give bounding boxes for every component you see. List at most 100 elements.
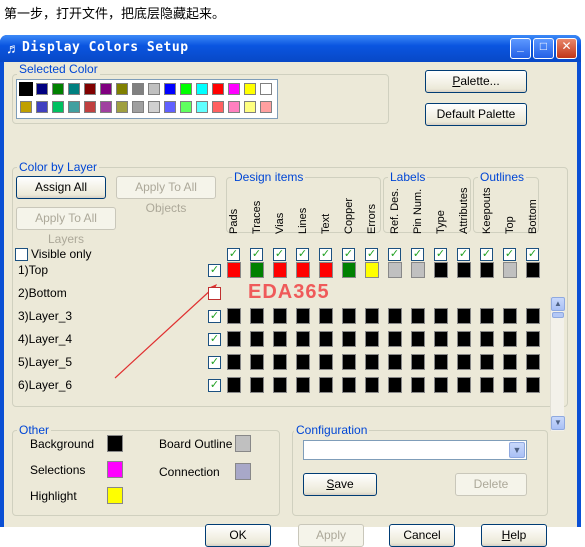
layer-color-cell[interactable] [273, 354, 287, 370]
scroll-up-icon[interactable]: ▲ [551, 297, 565, 311]
layer-color-cell[interactable] [480, 262, 494, 278]
palette-swatch[interactable] [148, 101, 160, 113]
layer-color-cell[interactable] [480, 354, 494, 370]
default-palette-button[interactable]: Default Palette [425, 103, 527, 126]
palette-swatch[interactable] [84, 83, 96, 95]
layer-color-cell[interactable] [411, 354, 425, 370]
palette-swatch[interactable] [36, 101, 48, 113]
highlight-color-box[interactable] [107, 487, 123, 504]
layer-color-cell[interactable] [227, 331, 241, 347]
layer-color-cell[interactable] [388, 262, 402, 278]
layer-visible-checkbox[interactable]: ✓ [208, 310, 221, 323]
palette-swatch[interactable] [100, 83, 112, 95]
palette-swatch[interactable] [20, 101, 32, 113]
palette-swatch[interactable] [116, 83, 128, 95]
palette-swatch[interactable] [212, 101, 224, 113]
layer-color-cell[interactable] [319, 377, 333, 393]
column-visibility-checkbox[interactable]: ✓ [227, 248, 240, 261]
board-outline-color-box[interactable] [235, 435, 251, 452]
layer-color-cell[interactable] [365, 308, 379, 324]
layer-color-cell[interactable] [388, 308, 402, 324]
layer-color-cell[interactable] [457, 331, 471, 347]
column-visibility-checkbox[interactable]: ✓ [296, 248, 309, 261]
layer-color-cell[interactable] [434, 308, 448, 324]
configuration-select[interactable]: ▼ [303, 440, 527, 460]
layer-color-cell[interactable] [526, 262, 540, 278]
layer-color-cell[interactable] [250, 354, 264, 370]
column-visibility-checkbox[interactable]: ✓ [273, 248, 286, 261]
layer-color-cell[interactable] [503, 354, 517, 370]
layer-color-cell[interactable] [273, 331, 287, 347]
column-visibility-checkbox[interactable]: ✓ [526, 248, 539, 261]
layer-color-cell[interactable] [227, 377, 241, 393]
palette-swatch[interactable] [164, 83, 176, 95]
palette-swatch[interactable] [116, 101, 128, 113]
layer-color-cell[interactable] [434, 331, 448, 347]
delete-button[interactable]: Delete [455, 473, 527, 496]
layer-color-cell[interactable] [342, 262, 356, 278]
palette-swatch[interactable] [180, 83, 192, 95]
layer-color-cell[interactable] [342, 377, 356, 393]
maximize-icon[interactable]: □ [533, 38, 554, 59]
layer-color-cell[interactable] [319, 354, 333, 370]
palette-swatch[interactable] [68, 101, 80, 113]
save-button[interactable]: Save [303, 473, 377, 496]
palette-swatch[interactable] [52, 101, 64, 113]
layer-color-cell[interactable] [480, 308, 494, 324]
palette-swatch[interactable] [68, 83, 80, 95]
help-button[interactable]: Help [481, 524, 547, 547]
layer-color-cell[interactable] [365, 331, 379, 347]
layer-color-cell[interactable] [250, 331, 264, 347]
layer-color-cell[interactable] [434, 262, 448, 278]
layer-color-cell[interactable] [227, 354, 241, 370]
column-visibility-checkbox[interactable]: ✓ [250, 248, 263, 261]
column-visibility-checkbox[interactable]: ✓ [411, 248, 424, 261]
palette-swatch[interactable] [52, 83, 64, 95]
apply-button[interactable]: Apply [298, 524, 364, 547]
layer-color-cell[interactable] [250, 377, 264, 393]
layer-color-cell[interactable] [526, 377, 540, 393]
layer-color-cell[interactable] [503, 331, 517, 347]
layer-color-cell[interactable] [250, 308, 264, 324]
column-visibility-checkbox[interactable]: ✓ [457, 248, 470, 261]
layer-color-cell[interactable] [457, 377, 471, 393]
title-bar[interactable]: ♬ Display Colors Setup _ □ ✕ [0, 35, 581, 62]
layer-color-cell[interactable] [365, 354, 379, 370]
layer-color-cell[interactable] [526, 308, 540, 324]
layer-color-cell[interactable] [480, 377, 494, 393]
palette-swatch[interactable] [84, 101, 96, 113]
palette-swatch[interactable] [19, 82, 33, 96]
layer-color-cell[interactable] [273, 308, 287, 324]
palette-swatch[interactable] [148, 83, 160, 95]
palette-swatch[interactable] [196, 101, 208, 113]
layer-color-cell[interactable] [503, 377, 517, 393]
layer-color-cell[interactable] [480, 331, 494, 347]
layer-color-cell[interactable] [296, 354, 310, 370]
assign-all-button[interactable]: Assign All [16, 176, 106, 199]
palette-swatch[interactable] [228, 101, 240, 113]
minimize-icon[interactable]: _ [510, 38, 531, 59]
layer-color-cell[interactable] [457, 262, 471, 278]
layer-color-cell[interactable] [319, 308, 333, 324]
layer-color-cell[interactable] [457, 308, 471, 324]
column-visibility-checkbox[interactable]: ✓ [434, 248, 447, 261]
layer-color-cell[interactable] [365, 377, 379, 393]
layer-color-cell[interactable] [411, 331, 425, 347]
column-visibility-checkbox[interactable]: ✓ [388, 248, 401, 261]
palette-swatch[interactable] [244, 101, 256, 113]
palette-swatch[interactable] [212, 83, 224, 95]
palette-swatch[interactable] [260, 83, 272, 95]
layer-visible-checkbox[interactable] [208, 287, 221, 300]
column-visibility-checkbox[interactable]: ✓ [480, 248, 493, 261]
layer-color-cell[interactable] [411, 308, 425, 324]
layer-color-cell[interactable] [227, 308, 241, 324]
layer-visible-checkbox[interactable]: ✓ [208, 379, 221, 392]
palette-swatch[interactable] [100, 101, 112, 113]
layer-scrollbar[interactable]: ▲ ▼ [550, 297, 565, 431]
cancel-button[interactable]: Cancel [389, 524, 455, 547]
layer-visible-checkbox[interactable]: ✓ [208, 333, 221, 346]
ok-button[interactable]: OK [205, 524, 271, 547]
layer-color-cell[interactable] [411, 262, 425, 278]
scroll-thumb[interactable] [552, 312, 564, 318]
palette-swatch[interactable] [132, 83, 144, 95]
